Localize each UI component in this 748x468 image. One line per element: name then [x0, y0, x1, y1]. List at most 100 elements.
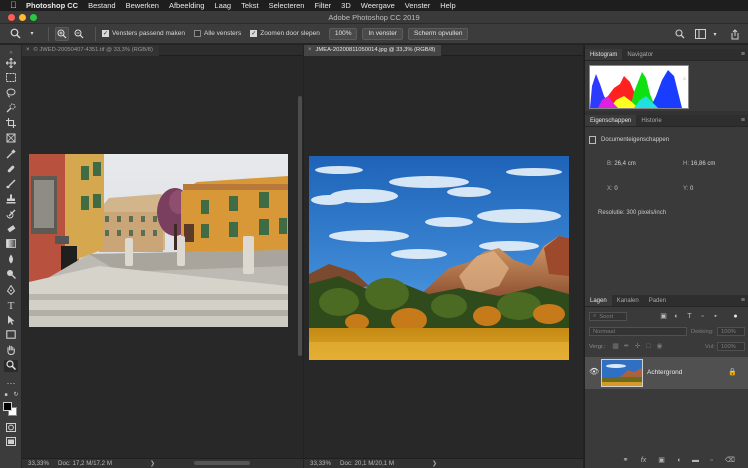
- menu-selecteren[interactable]: Selecteren: [269, 1, 305, 10]
- chevron-right-icon[interactable]: ❯: [432, 460, 437, 467]
- new-group-icon[interactable]: ▬: [691, 456, 700, 465]
- quick-mask-icon[interactable]: [4, 423, 18, 435]
- layer-name[interactable]: Achtergrond: [647, 369, 682, 376]
- zoom-level[interactable]: 33,33%: [28, 460, 58, 467]
- chevron-down-icon[interactable]: ▾: [25, 27, 39, 41]
- chevron-right-icon[interactable]: ❯: [150, 460, 155, 467]
- default-colors-icon[interactable]: ■: [3, 389, 9, 401]
- rectangle-tool-icon[interactable]: [4, 330, 18, 342]
- clone-stamp-tool-icon[interactable]: [4, 194, 18, 206]
- frame-tool-icon[interactable]: [4, 133, 18, 145]
- layer-row-background[interactable]: 👁 Achtergrond 🔒: [585, 357, 748, 389]
- document-tab-1[interactable]: × © JWED-20050407-4351.tif @ 33,3% (RGB/…: [22, 44, 159, 56]
- layer-style-icon[interactable]: fx: [639, 456, 648, 465]
- filter-shape-layer-icon[interactable]: ▫: [698, 312, 707, 321]
- blur-tool-icon[interactable]: [4, 254, 18, 266]
- panel-menu-icon[interactable]: ≡: [741, 297, 745, 304]
- zoom-in-icon[interactable]: [55, 26, 69, 41]
- lock-image-icon[interactable]: ✒: [622, 342, 631, 351]
- menu-afbeelding[interactable]: Afbeelding: [169, 1, 204, 10]
- close-icon[interactable]: ×: [308, 47, 312, 53]
- tab-histogram[interactable]: Histogram: [585, 49, 623, 60]
- healing-brush-tool-icon[interactable]: [4, 164, 18, 176]
- filter-type-layer-icon[interactable]: T: [685, 312, 694, 321]
- document-canvas-1[interactable]: [22, 56, 303, 458]
- menu-bewerken[interactable]: Bewerken: [126, 1, 159, 10]
- fill-screen-button[interactable]: Scherm opvullen: [408, 27, 469, 40]
- foreground-color-swatch[interactable]: [3, 402, 12, 411]
- hand-tool-icon[interactable]: [4, 345, 18, 357]
- opacity-field[interactable]: 100%: [717, 327, 745, 336]
- add-mask-icon[interactable]: ▣: [657, 456, 666, 465]
- eyedropper-tool-icon[interactable]: [4, 149, 18, 161]
- horizontal-scrollbar[interactable]: [194, 461, 250, 465]
- warning-icon[interactable]: ▲: [681, 75, 688, 82]
- menu-weergave[interactable]: Weergave: [361, 1, 395, 10]
- lock-position-icon[interactable]: ✛: [633, 342, 642, 351]
- document-tab-2[interactable]: × JMEA-20200811050014.jpg @ 33,3% (RGB/8…: [304, 44, 442, 56]
- panel-menu-icon[interactable]: ≡: [741, 117, 745, 124]
- history-brush-tool-icon[interactable]: [4, 209, 18, 221]
- path-selection-tool-icon[interactable]: [4, 315, 18, 327]
- screen-mode-icon[interactable]: [4, 437, 18, 449]
- x-value[interactable]: 0: [614, 186, 617, 192]
- lasso-tool-icon[interactable]: [4, 88, 18, 100]
- fit-windows-checkbox[interactable]: ✓ Vensters passend maken: [102, 30, 185, 37]
- layer-lock-icon[interactable]: 🔒: [728, 368, 737, 376]
- menu-laag[interactable]: Laag: [214, 1, 231, 10]
- workspace-icon[interactable]: [693, 27, 707, 41]
- zoom-100-button[interactable]: 100%: [328, 27, 358, 40]
- tab-history[interactable]: Historie: [636, 115, 666, 126]
- search-icon[interactable]: [673, 27, 687, 41]
- fill-field[interactable]: 100%: [717, 342, 745, 351]
- fit-screen-button[interactable]: In venster: [362, 27, 404, 40]
- close-icon[interactable]: ×: [26, 47, 30, 53]
- quick-selection-tool-icon[interactable]: [4, 103, 18, 115]
- visibility-eye-icon[interactable]: 👁: [589, 367, 599, 376]
- filter-pixel-layer-icon[interactable]: ▣: [659, 312, 668, 321]
- type-tool-icon[interactable]: T: [4, 300, 18, 312]
- menu-filter[interactable]: Filter: [314, 1, 331, 10]
- dodge-tool-icon[interactable]: [4, 269, 18, 281]
- tab-layers[interactable]: Lagen: [585, 295, 612, 306]
- zoom-out-icon[interactable]: [72, 27, 86, 41]
- menu-3d[interactable]: 3D: [341, 1, 351, 10]
- chevron-down-icon[interactable]: ▾: [708, 27, 722, 41]
- filter-toggle-icon[interactable]: ●: [731, 312, 740, 321]
- menu-help[interactable]: Help: [440, 1, 455, 10]
- blend-mode-select[interactable]: Normaal: [589, 327, 687, 336]
- scrubby-zoom-checkbox[interactable]: ✓ Zoomen door slepen: [250, 30, 320, 37]
- tab-properties[interactable]: Eigenschappen: [585, 115, 637, 126]
- delete-layer-icon[interactable]: ⌫: [725, 456, 735, 465]
- vertical-scrollbar[interactable]: [298, 96, 302, 356]
- lock-transparent-icon[interactable]: ▦: [611, 342, 620, 351]
- more-tools-icon[interactable]: ···: [4, 377, 18, 389]
- menu-app-name[interactable]: Photoshop CC: [26, 1, 78, 10]
- zoom-level[interactable]: 33,33%: [310, 460, 340, 467]
- filter-adjustment-layer-icon[interactable]: ◐: [672, 312, 681, 321]
- layer-kind-filter[interactable]: ⌕ Soort: [589, 312, 627, 321]
- apple-icon[interactable]: : [10, 1, 18, 10]
- lock-all-icon[interactable]: ◉: [655, 342, 664, 351]
- menu-venster[interactable]: Venster: [405, 1, 430, 10]
- width-value[interactable]: 26,4 cm: [614, 161, 635, 167]
- lock-artboard-icon[interactable]: □: [644, 342, 653, 351]
- all-windows-checkbox[interactable]: Alle vensters: [194, 30, 241, 37]
- panel-menu-icon[interactable]: ≡: [741, 51, 745, 58]
- eraser-tool-icon[interactable]: [4, 224, 18, 236]
- menu-tekst[interactable]: Tekst: [241, 1, 259, 10]
- gradient-tool-icon[interactable]: [4, 239, 18, 251]
- tab-paths[interactable]: Paden: [644, 295, 671, 306]
- move-tool-icon[interactable]: [4, 57, 18, 70]
- brush-tool-icon[interactable]: [4, 179, 18, 191]
- adjustment-layer-icon[interactable]: ◐: [675, 456, 684, 465]
- share-icon[interactable]: [728, 27, 742, 41]
- height-value[interactable]: 16,86 cm: [691, 161, 716, 167]
- zoom-tool-preset-icon[interactable]: [8, 27, 22, 41]
- crop-tool-icon[interactable]: [4, 118, 18, 130]
- new-layer-icon[interactable]: ▫: [707, 456, 716, 465]
- y-value[interactable]: 0: [690, 186, 693, 192]
- filter-smart-object-icon[interactable]: ▪: [711, 312, 720, 321]
- menu-bestand[interactable]: Bestand: [88, 1, 116, 10]
- tab-channels[interactable]: Kanalen: [612, 295, 644, 306]
